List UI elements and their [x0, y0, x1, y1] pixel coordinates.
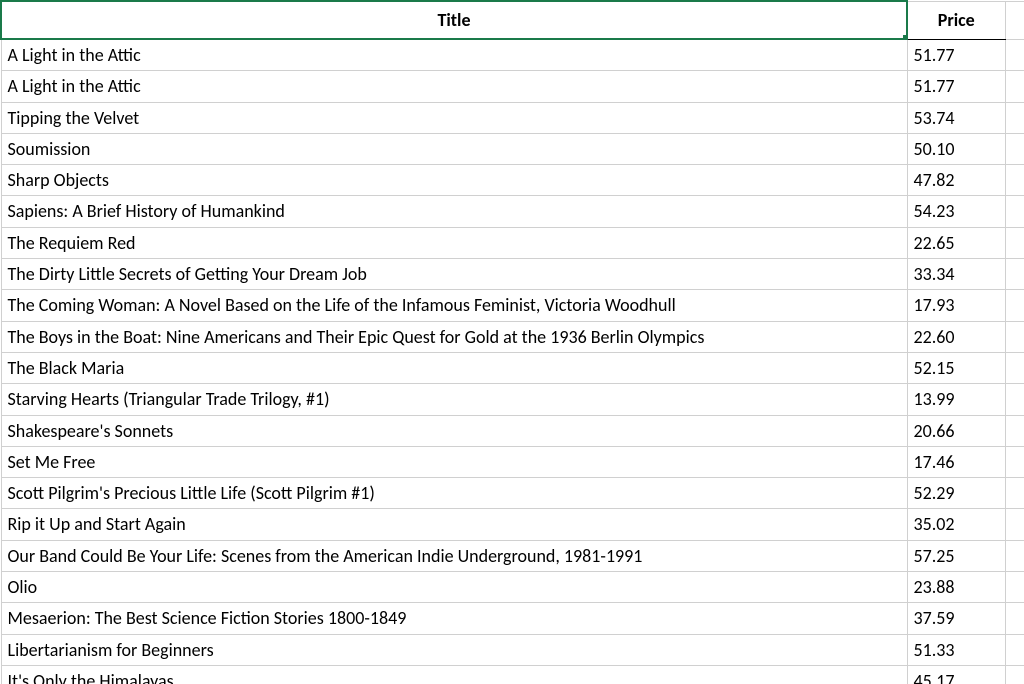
price-cell[interactable]: 45.17: [907, 665, 1005, 684]
extra-cell[interactable]: [1005, 446, 1024, 477]
title-cell[interactable]: The Coming Woman: A Novel Based on the L…: [1, 290, 907, 321]
extra-cell[interactable]: [1005, 634, 1024, 665]
price-cell[interactable]: 51.33: [907, 634, 1005, 665]
title-cell[interactable]: Mesaerion: The Best Science Fiction Stor…: [1, 603, 907, 634]
header-title-cell[interactable]: Title: [1, 1, 907, 39]
spreadsheet-area: Title Price A Light in the Attic51.77A L…: [0, 0, 1024, 684]
title-cell[interactable]: It's Only the Himalayas: [1, 665, 907, 684]
header-price-cell[interactable]: Price: [907, 1, 1005, 39]
title-cell[interactable]: The Boys in the Boat: Nine Americans and…: [1, 321, 907, 352]
price-cell[interactable]: 20.66: [907, 415, 1005, 446]
price-cell[interactable]: 52.15: [907, 352, 1005, 383]
table-row: Tipping the Velvet53.74: [1, 102, 1024, 133]
extra-cell[interactable]: [1005, 321, 1024, 352]
extra-cell[interactable]: [1005, 39, 1024, 71]
price-cell[interactable]: 37.59: [907, 603, 1005, 634]
price-cell[interactable]: 22.60: [907, 321, 1005, 352]
extra-cell[interactable]: [1005, 165, 1024, 196]
extra-cell[interactable]: [1005, 71, 1024, 102]
table-row: Mesaerion: The Best Science Fiction Stor…: [1, 603, 1024, 634]
price-cell[interactable]: 47.82: [907, 165, 1005, 196]
title-cell[interactable]: Sapiens: A Brief History of Humankind: [1, 196, 907, 227]
title-cell[interactable]: Set Me Free: [1, 446, 907, 477]
extra-cell[interactable]: [1005, 478, 1024, 509]
table-row: The Boys in the Boat: Nine Americans and…: [1, 321, 1024, 352]
price-cell[interactable]: 54.23: [907, 196, 1005, 227]
title-cell[interactable]: Shakespeare's Sonnets: [1, 415, 907, 446]
extra-cell[interactable]: [1005, 352, 1024, 383]
title-cell[interactable]: Tipping the Velvet: [1, 102, 907, 133]
price-cell[interactable]: 53.74: [907, 102, 1005, 133]
price-cell[interactable]: 17.93: [907, 290, 1005, 321]
title-cell[interactable]: Olio: [1, 572, 907, 603]
extra-cell[interactable]: [1005, 665, 1024, 684]
price-cell[interactable]: 22.65: [907, 227, 1005, 258]
table-row: The Black Maria52.15: [1, 352, 1024, 383]
table-row: Sapiens: A Brief History of Humankind54.…: [1, 196, 1024, 227]
title-cell[interactable]: Starving Hearts (Triangular Trade Trilog…: [1, 384, 907, 415]
table-row: Rip it Up and Start Again35.02: [1, 509, 1024, 540]
extra-cell[interactable]: [1005, 102, 1024, 133]
price-cell[interactable]: 52.29: [907, 478, 1005, 509]
price-cell[interactable]: 13.99: [907, 384, 1005, 415]
price-cell[interactable]: 23.88: [907, 572, 1005, 603]
price-cell[interactable]: 57.25: [907, 540, 1005, 571]
table-row: Starving Hearts (Triangular Trade Trilog…: [1, 384, 1024, 415]
book-price-table: Title Price A Light in the Attic51.77A L…: [0, 0, 1024, 684]
title-cell[interactable]: Libertarianism for Beginners: [1, 634, 907, 665]
header-extra-cell[interactable]: [1005, 1, 1024, 39]
extra-cell[interactable]: [1005, 415, 1024, 446]
extra-cell[interactable]: [1005, 196, 1024, 227]
extra-cell[interactable]: [1005, 540, 1024, 571]
title-cell[interactable]: Sharp Objects: [1, 165, 907, 196]
price-cell[interactable]: 35.02: [907, 509, 1005, 540]
title-cell[interactable]: Soumission: [1, 133, 907, 164]
title-cell[interactable]: The Dirty Little Secrets of Getting Your…: [1, 259, 907, 290]
table-row: The Coming Woman: A Novel Based on the L…: [1, 290, 1024, 321]
extra-cell[interactable]: [1005, 227, 1024, 258]
extra-cell[interactable]: [1005, 259, 1024, 290]
table-row: Scott Pilgrim's Precious Little Life (Sc…: [1, 478, 1024, 509]
title-cell[interactable]: A Light in the Attic: [1, 39, 907, 71]
extra-cell[interactable]: [1005, 572, 1024, 603]
table-row: Libertarianism for Beginners51.33: [1, 634, 1024, 665]
title-cell[interactable]: The Requiem Red: [1, 227, 907, 258]
table-row: Shakespeare's Sonnets20.66: [1, 415, 1024, 446]
table-row: The Requiem Red22.65: [1, 227, 1024, 258]
price-cell[interactable]: 17.46: [907, 446, 1005, 477]
table-row: The Dirty Little Secrets of Getting Your…: [1, 259, 1024, 290]
price-cell[interactable]: 50.10: [907, 133, 1005, 164]
table-row: A Light in the Attic51.77: [1, 39, 1024, 71]
table-row: Our Band Could Be Your Life: Scenes from…: [1, 540, 1024, 571]
table-row: It's Only the Himalayas45.17: [1, 665, 1024, 684]
extra-cell[interactable]: [1005, 133, 1024, 164]
extra-cell[interactable]: [1005, 384, 1024, 415]
extra-cell[interactable]: [1005, 290, 1024, 321]
table-row: Soumission50.10: [1, 133, 1024, 164]
title-cell[interactable]: Our Band Could Be Your Life: Scenes from…: [1, 540, 907, 571]
title-cell[interactable]: A Light in the Attic: [1, 71, 907, 102]
table-row: Sharp Objects47.82: [1, 165, 1024, 196]
price-cell[interactable]: 33.34: [907, 259, 1005, 290]
price-cell[interactable]: 51.77: [907, 71, 1005, 102]
table-row: A Light in the Attic51.77: [1, 71, 1024, 102]
table-row: Olio23.88: [1, 572, 1024, 603]
header-row: Title Price: [1, 1, 1024, 39]
extra-cell[interactable]: [1005, 509, 1024, 540]
title-cell[interactable]: Scott Pilgrim's Precious Little Life (Sc…: [1, 478, 907, 509]
title-cell[interactable]: Rip it Up and Start Again: [1, 509, 907, 540]
extra-cell[interactable]: [1005, 603, 1024, 634]
title-cell[interactable]: The Black Maria: [1, 352, 907, 383]
table-row: Set Me Free17.46: [1, 446, 1024, 477]
price-cell[interactable]: 51.77: [907, 39, 1005, 71]
